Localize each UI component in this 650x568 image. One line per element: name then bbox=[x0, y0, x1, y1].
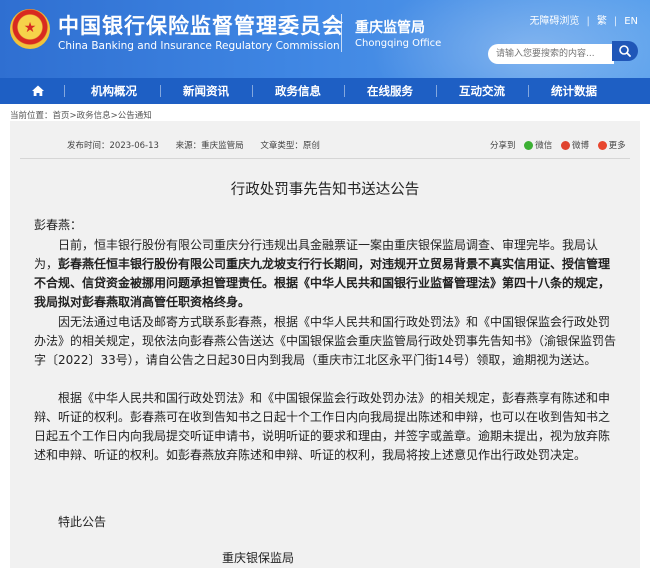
util-divider: | bbox=[586, 16, 590, 27]
wechat-icon[interactable] bbox=[524, 140, 534, 150]
nav-item-news[interactable]: 新闻资讯 bbox=[166, 78, 246, 104]
nav-divider bbox=[528, 85, 529, 97]
org-name-cn[interactable]: 中国银行保险监督管理委员会 bbox=[58, 10, 344, 40]
meta-divider bbox=[20, 158, 630, 159]
paragraph-1: 日前，恒丰银行股份有限公司重庆分行违规出具金融票证一案由重庆银保监局调查、审理完… bbox=[34, 236, 618, 312]
article-meta: 发布时间：2023-06-13 来源：重庆监管局 文章类型：原创 bbox=[67, 139, 334, 151]
share-wechat[interactable]: 微信 bbox=[535, 139, 552, 151]
org-name-en: China Banking and Insurance Regulatory C… bbox=[58, 40, 340, 52]
nav-item-interaction[interactable]: 互动交流 bbox=[442, 78, 522, 104]
article-type: 文章类型：原创 bbox=[260, 141, 320, 151]
nav-divider bbox=[436, 85, 437, 97]
traditional-chinese-link[interactable]: 繁 bbox=[597, 12, 607, 27]
breadcrumb-separator: > bbox=[110, 111, 118, 121]
accessibility-link[interactable]: 无障碍浏览 bbox=[529, 12, 579, 27]
closing-line: 特此公告 bbox=[58, 515, 107, 529]
nav-divider bbox=[64, 85, 65, 97]
search-button[interactable] bbox=[612, 41, 638, 61]
search-input[interactable] bbox=[488, 44, 614, 64]
branch-name-en: Chongqing Office bbox=[355, 38, 442, 49]
breadcrumb-notices[interactable]: 公告通知 bbox=[118, 109, 152, 121]
share-label: 分享到 bbox=[490, 141, 516, 151]
addressee: 彭春燕： bbox=[34, 218, 83, 232]
breadcrumb-separator: > bbox=[69, 111, 77, 121]
paragraph-2: 因无法通过电话及邮寄方式联系彭春燕，根据《中华人民共和国行政处罚法》和《中国银保… bbox=[34, 313, 618, 370]
share-bar: 分享到 微信 微博 更多 bbox=[490, 139, 626, 151]
header-separator bbox=[341, 14, 342, 52]
breadcrumb-government-info[interactable]: 政务信息 bbox=[77, 109, 111, 121]
signature: 重庆银保监局 bbox=[222, 551, 295, 565]
util-divider: | bbox=[613, 16, 618, 27]
weibo-icon[interactable] bbox=[560, 140, 570, 150]
main-nav: 机构概况 新闻资讯 政务信息 在线服务 互动交流 统计数据 bbox=[0, 78, 650, 104]
nav-divider bbox=[160, 85, 161, 97]
paragraph-3: 根据《中华人民共和国行政处罚法》和《中国银保监会行政处罚办法》的相关规定，彭春燕… bbox=[34, 389, 618, 465]
search-box bbox=[488, 41, 638, 64]
paragraph-2-text: 因无法通过电话及邮寄方式联系彭春燕，根据《中华人民共和国行政处罚法》和《中国银保… bbox=[34, 315, 617, 367]
share-weibo[interactable]: 微博 bbox=[572, 139, 589, 151]
english-link[interactable]: EN bbox=[624, 16, 638, 27]
home-icon bbox=[32, 85, 44, 96]
breadcrumb-prefix: 当前位置： bbox=[10, 111, 53, 121]
nav-item-about[interactable]: 机构概况 bbox=[74, 78, 154, 104]
paragraph-3-text: 根据《中华人民共和国行政处罚法》和《中国银保监会行政处罚办法》的相关规定，彭春燕… bbox=[34, 391, 611, 462]
breadcrumb: 当前位置：首页 > 政务信息 > 公告通知 bbox=[10, 109, 152, 121]
branch-name-cn: 重庆监管局 bbox=[355, 20, 425, 36]
share-more[interactable]: 更多 bbox=[609, 139, 626, 151]
breadcrumb-home[interactable]: 首页 bbox=[53, 109, 70, 121]
nav-home[interactable] bbox=[20, 78, 56, 104]
nav-item-statistics[interactable]: 统计数据 bbox=[534, 78, 614, 104]
paragraph-1-bold: 彭春燕任恒丰银行股份有限公司重庆九龙坡支行行长期间，对违规开立贸易背景不真实信用… bbox=[34, 257, 611, 309]
national-emblem-icon[interactable]: ★ bbox=[10, 9, 50, 49]
search-icon bbox=[619, 45, 631, 57]
utility-links: 无障碍浏览 | 繁 | EN bbox=[529, 12, 638, 27]
nav-divider bbox=[252, 85, 253, 97]
nav-divider bbox=[344, 85, 345, 97]
publish-date: 发布时间：2023-06-13 bbox=[67, 141, 159, 151]
article-title: 行政处罚事先告知书送达公告 bbox=[230, 182, 420, 198]
emblem-star: ★ bbox=[23, 20, 37, 36]
site-header: ★ 中国银行保险监督管理委员会 China Banking and Insura… bbox=[0, 0, 650, 78]
nav-item-online-service[interactable]: 在线服务 bbox=[350, 78, 430, 104]
nav-item-government-info[interactable]: 政务信息 bbox=[258, 78, 338, 104]
more-icon[interactable] bbox=[597, 140, 607, 150]
article-source: 来源：重庆监管局 bbox=[175, 141, 244, 151]
